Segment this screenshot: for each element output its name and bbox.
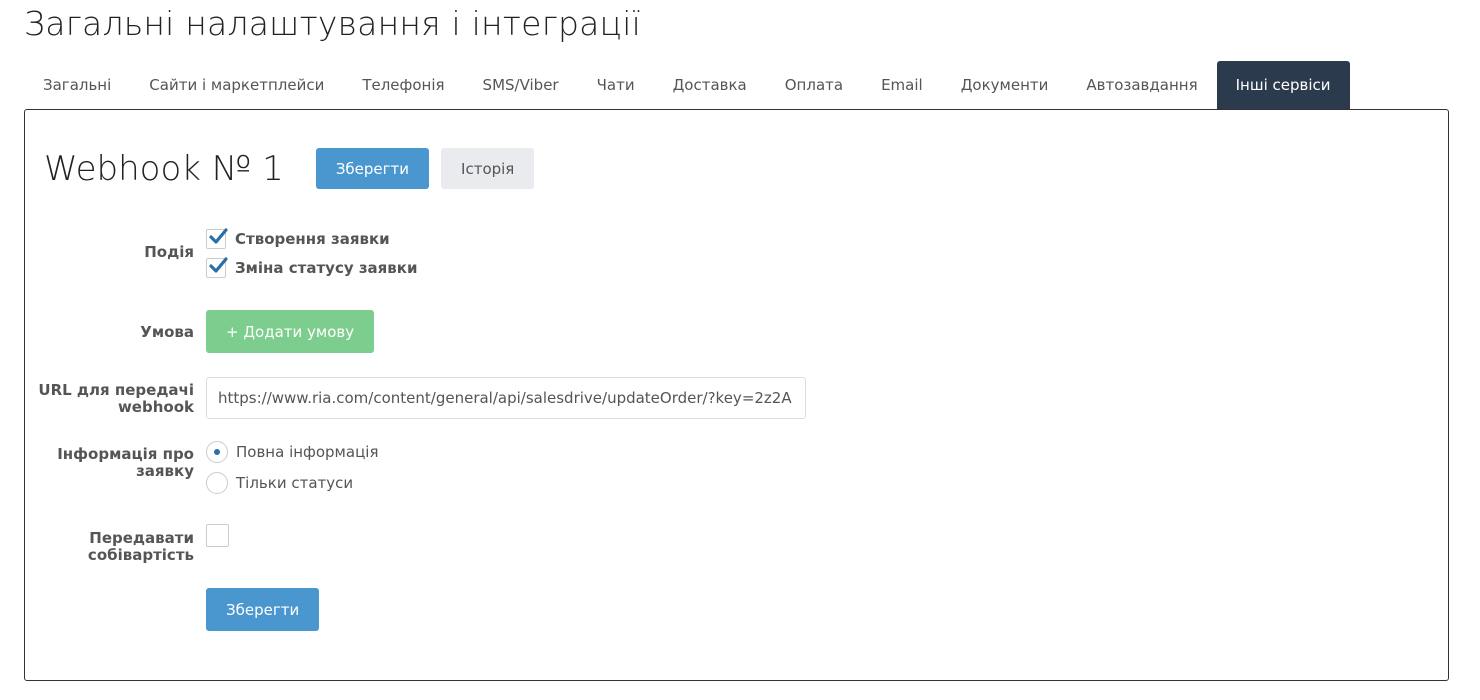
tabs-bar: Загальні Сайти і маркетплейси Телефонія … [24, 61, 1350, 109]
url-label: URL для передачі webhook [38, 381, 194, 416]
radio-statuses-only[interactable] [206, 471, 228, 494]
add-condition-button[interactable]: + Додати умову [206, 310, 375, 353]
tab-delivery[interactable]: Доставка [654, 61, 766, 109]
checkbox-status-change-label: Зміна статусу заявки [235, 258, 418, 277]
info-option-full[interactable]: Повна інформація [206, 436, 378, 467]
checkbox-status-change[interactable] [206, 256, 228, 278]
webhook-title: Webhook № 1 [44, 148, 284, 189]
event-options: Створення заявки Зміна статусу заявки [206, 224, 418, 282]
tab-general[interactable]: Загальні [24, 61, 130, 109]
event-option-status-change[interactable]: Зміна статусу заявки [206, 253, 418, 282]
info-option-statuses[interactable]: Тільки статуси [206, 467, 378, 498]
cost-control [206, 524, 229, 547]
radio-full-info[interactable] [206, 440, 228, 463]
radio-statuses-only-label: Тільки статуси [236, 473, 354, 492]
tab-telephony[interactable]: Телефонія [343, 61, 463, 109]
event-option-create[interactable]: Створення заявки [206, 224, 418, 253]
condition-control: + Додати умову [206, 310, 375, 353]
page-title: Загальні налаштування і інтеграції [24, 4, 641, 43]
checkmark-icon [209, 227, 228, 244]
checkbox-create-order[interactable] [206, 227, 228, 249]
tab-sms-viber[interactable]: SMS/Viber [464, 61, 578, 109]
radio-selected-dot [214, 448, 220, 455]
cost-label: Передавати собівартість [87, 529, 194, 564]
condition-label: Умова [140, 323, 194, 341]
checkbox-create-order-label: Створення заявки [235, 229, 390, 248]
tab-chats[interactable]: Чати [578, 61, 654, 109]
history-button[interactable]: Історія [441, 148, 535, 189]
save-button-top[interactable]: Зберегти [315, 148, 430, 189]
url-control [206, 377, 806, 419]
webhook-url-input[interactable] [206, 377, 806, 419]
checkmark-icon [209, 256, 228, 273]
radio-full-info-label: Повна інформація [236, 442, 379, 461]
tab-documents[interactable]: Документи [942, 61, 1068, 109]
event-label: Подія [144, 243, 194, 261]
webhook-header: Webhook № 1 Зберегти Історія [44, 148, 535, 189]
webhook-panel: Webhook № 1 Зберегти Історія Подія Створ… [24, 109, 1449, 681]
tab-autotasks[interactable]: Автозавдання [1067, 61, 1216, 109]
checkbox-transfer-cost[interactable] [206, 524, 229, 547]
tab-payment[interactable]: Оплата [766, 61, 862, 109]
info-options: Повна інформація Тільки статуси [206, 436, 378, 498]
save-button-bottom[interactable]: Зберегти [206, 588, 320, 631]
submit-control: Зберегти [206, 588, 320, 631]
tab-other-services[interactable]: Інші сервіси [1216, 61, 1350, 109]
info-label: Інформація про заявку [57, 445, 194, 480]
tab-email[interactable]: Email [862, 61, 942, 109]
tab-sites-marketplaces[interactable]: Сайти і маркетплейси [130, 61, 343, 109]
